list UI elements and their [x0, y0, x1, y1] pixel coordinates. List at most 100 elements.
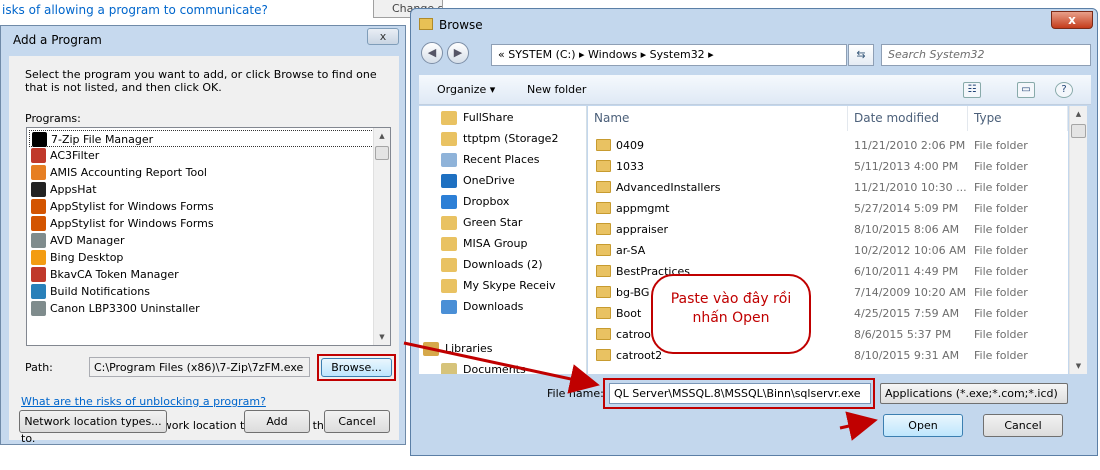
scroll-up-icon[interactable]: ▲	[1070, 106, 1087, 122]
file-row[interactable]: ar-SA 10/2/2012 10:06 AM File folder	[588, 240, 1068, 261]
nav-item[interactable]: OneDrive	[439, 171, 586, 191]
folder-icon	[596, 265, 611, 277]
scroll-thumb[interactable]	[1071, 124, 1086, 138]
program-item[interactable]: Build Notifications	[29, 283, 374, 300]
appshat-icon	[31, 182, 46, 197]
close-button[interactable]: x	[367, 28, 399, 45]
folder-icon	[596, 328, 611, 340]
file-row[interactable]: appraiser 8/10/2015 8:06 AM File folder	[588, 219, 1068, 240]
program-name: AppStylist for Windows Forms	[50, 200, 214, 213]
toolbar: Organize ▾ New folder ☷ ▭ ?	[419, 75, 1091, 105]
risks-link-bg[interactable]: isks of allowing a program to communicat…	[2, 3, 268, 17]
file-name: ar-SA	[616, 244, 646, 257]
bkav-icon	[31, 267, 46, 282]
network-location-types-button[interactable]: Network location types...	[19, 410, 167, 433]
path-field[interactable]: C:\Program Files (x86)\7-Zip\7zFM.exe	[89, 357, 310, 377]
browse-dialog: Browse x ◀ ▶ « SYSTEM (C:) ▸ Windows ▸ S…	[410, 8, 1098, 456]
nav-item[interactable]: MISA Group	[439, 234, 586, 254]
program-item[interactable]: AppsHat	[29, 181, 374, 198]
file-date: 10/2/2012 10:06 AM	[854, 244, 967, 257]
program-item[interactable]: AMIS Accounting Report Tool	[29, 164, 374, 181]
file-type: File folder	[974, 328, 1028, 341]
file-name: 1033	[616, 160, 644, 173]
navigation-pane[interactable]: FullShare ttptpm (Storage2 Recent Places On…	[419, 106, 587, 374]
file-row[interactable]: 1033 5/11/2013 4:00 PM File folder	[588, 156, 1068, 177]
file-date: 8/10/2015 9:31 AM	[854, 349, 960, 362]
program-name: Canon LBP3300 Uninstaller	[50, 302, 200, 315]
program-item[interactable]: Canon LBP3300 Uninstaller	[29, 300, 374, 317]
scroll-up-icon[interactable]: ▲	[374, 128, 390, 144]
column-type[interactable]: Type	[968, 106, 1068, 131]
folder-icon	[441, 258, 457, 272]
nav-item[interactable]: Recent Places	[439, 150, 586, 170]
file-row[interactable]: appmgmt 5/27/2014 5:09 PM File folder	[588, 198, 1068, 219]
program-item[interactable]: BkavCA Token Manager	[29, 266, 374, 283]
open-button[interactable]: Open	[883, 414, 963, 437]
file-row[interactable]: AdvancedInstallers 11/21/2010 10:30 ... Fi…	[588, 177, 1068, 198]
documents-icon	[441, 363, 457, 374]
back-arrow-icon[interactable]: ◀	[421, 42, 443, 64]
file-name-input[interactable]: QL Server\MSSQL.8\MSSQL\Binn\sqlservr.ex…	[609, 383, 871, 404]
nav-item[interactable]: Downloads	[439, 297, 586, 317]
folder-icon	[441, 237, 457, 251]
program-name: Bing Desktop	[50, 251, 124, 264]
add-button[interactable]: Add	[244, 410, 310, 433]
risks-link[interactable]: What are the risks of unblocking a progr…	[21, 395, 266, 408]
column-name[interactable]: Name	[588, 106, 848, 131]
nav-item-label: Libraries	[445, 342, 493, 355]
help-icon[interactable]: ?	[1055, 82, 1073, 98]
organize-menu[interactable]: Organize ▾	[437, 83, 495, 96]
nav-item[interactable]: My Skype Receiv	[439, 276, 586, 296]
file-type: File folder	[974, 307, 1028, 320]
nav-item[interactable]: FullShare	[439, 108, 586, 128]
nav-item-label: FullShare	[463, 111, 514, 124]
refresh-icon[interactable]: ⇆	[848, 44, 874, 66]
path-label: Path:	[25, 361, 53, 374]
search-input[interactable]: Search System32	[881, 44, 1091, 66]
nav-item[interactable]: Documents	[439, 360, 586, 374]
browse-cancel-button[interactable]: Cancel	[983, 414, 1063, 437]
program-item[interactable]: AppStylist for Windows Forms	[29, 215, 374, 232]
build-icon	[31, 284, 46, 299]
file-date: 6/10/2011 4:49 PM	[854, 265, 959, 278]
program-item[interactable]: Bing Desktop	[29, 249, 374, 266]
file-row[interactable]: 0409 11/21/2010 2:06 PM File folder	[588, 135, 1068, 156]
nav-item[interactable]: Dropbox	[439, 192, 586, 212]
file-name: catroot2	[616, 349, 663, 362]
folder-icon	[596, 307, 611, 319]
file-date: 8/6/2015 5:37 PM	[854, 328, 952, 341]
programs-scrollbar[interactable]: ▲ ▼	[373, 128, 390, 345]
folder-icon	[596, 181, 611, 193]
file-type-select[interactable]: Applications (*.exe;*.com;*.icd)	[880, 383, 1068, 404]
programs-list[interactable]: Canon LBP3300 Uninstaller Build Notificat…	[26, 127, 391, 346]
scroll-down-icon[interactable]: ▼	[1070, 358, 1087, 374]
view-options-icon[interactable]: ☷	[963, 82, 981, 98]
browse-button[interactable]: Browse...	[321, 358, 392, 377]
nav-item[interactable]: Green Star	[439, 213, 586, 233]
scroll-thumb[interactable]	[375, 146, 389, 160]
browse-close-button[interactable]: x	[1051, 11, 1093, 29]
new-folder-button[interactable]: New folder	[527, 83, 586, 96]
nav-item[interactable]: Downloads (2)	[439, 255, 586, 275]
cancel-button[interactable]: Cancel	[324, 410, 390, 433]
program-item[interactable]: AC3Filter	[29, 147, 374, 164]
folder-icon	[596, 244, 611, 256]
nav-item[interactable]: Libraries	[421, 339, 571, 359]
column-date-modified[interactable]: Date modified	[848, 106, 968, 131]
file-list-scrollbar[interactable]: ▲ ▼	[1069, 106, 1087, 374]
nav-item-label: ttptpm (Storage2	[463, 132, 559, 145]
file-type: File folder	[974, 160, 1028, 173]
program-item[interactable]: AppStylist for Windows Forms	[29, 198, 374, 215]
file-date: 4/25/2015 7:59 AM	[854, 307, 960, 320]
libraries-icon	[423, 342, 439, 356]
file-type: File folder	[974, 349, 1028, 362]
address-bar[interactable]: « SYSTEM (C:) ▸ Windows ▸ System32 ▸	[491, 44, 847, 66]
scroll-down-icon[interactable]: ▼	[374, 329, 390, 345]
description-text: Select the program you want to add, or c…	[25, 68, 377, 94]
forward-arrow-icon[interactable]: ▶	[447, 42, 469, 64]
program-item[interactable]: AVD Manager	[29, 232, 374, 249]
preview-pane-icon[interactable]: ▭	[1017, 82, 1035, 98]
program-item[interactable]: 7-Zip File Manager	[29, 130, 374, 147]
nav-item[interactable]: ttptpm (Storage2	[439, 129, 586, 149]
folder-icon	[596, 223, 611, 235]
